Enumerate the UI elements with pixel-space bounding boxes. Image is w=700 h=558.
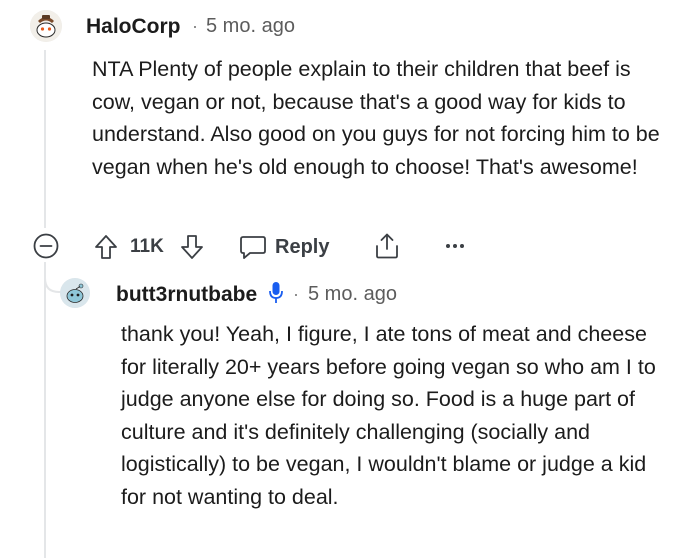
- comment-body: NTA Plenty of people explain to their ch…: [92, 57, 660, 179]
- reply-button[interactable]: Reply: [239, 232, 329, 262]
- upvote-button[interactable]: [93, 233, 119, 261]
- more-options-icon: [446, 244, 464, 248]
- snoo-avatar-reply-icon: [60, 278, 90, 308]
- downvote-button[interactable]: [179, 233, 205, 261]
- share-button[interactable]: [372, 231, 402, 261]
- collapse-thread-icon: [33, 233, 59, 259]
- vote-count: 11K: [130, 236, 164, 257]
- mic-badge-icon: [269, 282, 283, 303]
- avatar[interactable]: [30, 10, 62, 42]
- reply-timestamp: 5 mo. ago: [308, 283, 397, 305]
- share-icon: [376, 233, 398, 259]
- comment-author[interactable]: HaloCorp: [86, 15, 181, 39]
- collapse-thread-button[interactable]: [33, 233, 59, 259]
- downvote-icon: [181, 235, 203, 259]
- more-options-button[interactable]: [444, 238, 466, 254]
- reply-author[interactable]: butt3rnutbabe: [116, 283, 257, 307]
- reply-body: thank you! Yeah, I figure, I ate tons of…: [121, 322, 656, 509]
- snoo-avatar-icon: [30, 10, 62, 42]
- mic-badge: [268, 281, 284, 305]
- thread-line-lower[interactable]: [44, 262, 46, 558]
- reply-label: Reply: [275, 235, 330, 258]
- reply-meta-separator: ·: [293, 284, 299, 304]
- reply-avatar[interactable]: [60, 278, 90, 308]
- thread-line-parent[interactable]: [44, 50, 46, 228]
- meta-separator: ·: [192, 16, 198, 36]
- comment-timestamp: 5 mo. ago: [206, 15, 295, 37]
- upvote-icon: [95, 235, 117, 259]
- reply-icon: [240, 236, 266, 259]
